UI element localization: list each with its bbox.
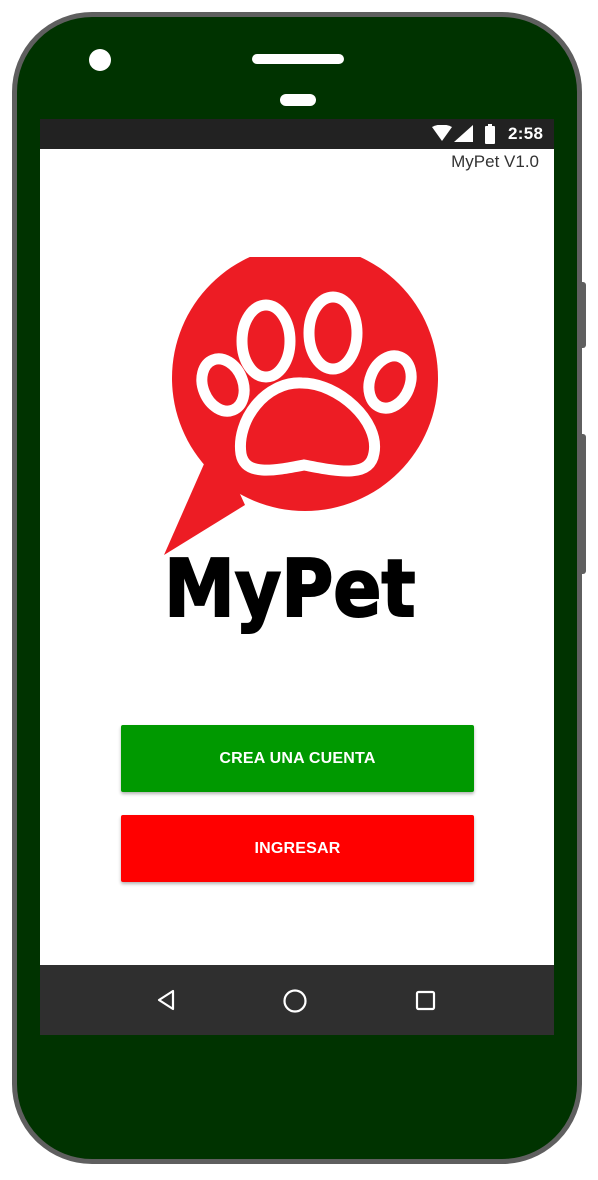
speaker-grille xyxy=(252,54,344,64)
screen: 2:58 MyPet V1.0 MyPet CREA UNA CUENTA IN… xyxy=(40,119,554,1035)
battery-icon xyxy=(485,124,495,144)
status-time: 2:58 xyxy=(508,124,544,143)
paw-chat-bubble-icon xyxy=(164,257,438,555)
app-logo-wordmark: MyPet xyxy=(163,543,416,636)
status-bar: 2:58 xyxy=(40,119,554,149)
front-camera xyxy=(89,49,111,71)
login-button[interactable]: INGRESAR xyxy=(121,815,474,882)
cell-signal-icon xyxy=(454,125,473,142)
navigation-bar xyxy=(40,965,554,1035)
create-account-button[interactable]: CREA UNA CUENTA xyxy=(121,725,474,792)
proximity-sensor xyxy=(280,94,316,106)
back-icon[interactable] xyxy=(155,989,177,1011)
volume-button xyxy=(580,434,586,574)
recents-icon[interactable] xyxy=(415,990,436,1011)
wifi-icon xyxy=(432,125,452,141)
home-icon[interactable] xyxy=(282,988,308,1014)
power-button xyxy=(580,282,586,348)
app-version-label: MyPet V1.0 xyxy=(451,152,539,171)
